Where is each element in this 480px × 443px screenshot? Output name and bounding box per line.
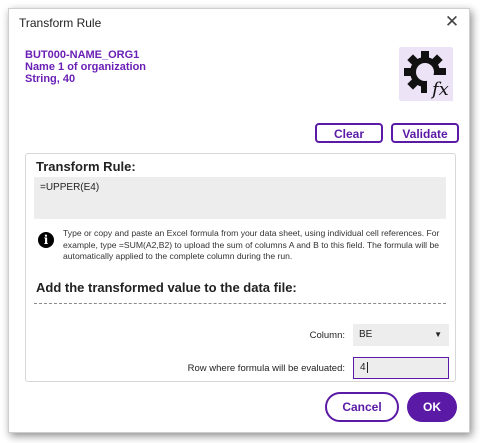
transform-rule-panel: Transform Rule: =UPPER(E4) i Type or cop… [25, 153, 456, 382]
gear-fx-icon: fx [399, 47, 453, 101]
title-bar: Transform Rule ✕ [9, 9, 469, 37]
field-name: BUT000-NAME_ORG1 [25, 49, 140, 61]
transform-rule-dialog: Transform Rule ✕ BUT000-NAME_ORG1 Name 1… [8, 8, 470, 433]
cancel-button[interactable]: Cancel [325, 392, 399, 422]
chevron-down-icon: ▼ [434, 330, 442, 339]
formula-input[interactable]: =UPPER(E4) [34, 177, 446, 219]
text-cursor [366, 361, 368, 373]
field-type: String, 40 [25, 73, 76, 85]
column-label: Column: [309, 330, 345, 341]
validate-button[interactable]: Validate [391, 123, 459, 143]
row-value: 4 [360, 362, 366, 373]
field-description: Name 1 of organization [25, 61, 147, 73]
row-input[interactable]: 4 [353, 357, 449, 379]
column-select[interactable]: BE ▼ [353, 324, 449, 346]
info-text: Type or copy and paste an Excel formula … [63, 228, 440, 261]
divider [34, 303, 446, 304]
output-heading: Add the transformed value to the data fi… [36, 280, 297, 295]
close-icon[interactable]: ✕ [443, 13, 461, 31]
row-label: Row where formula will be evaluated: [187, 363, 345, 374]
svg-text:fx: fx [430, 79, 449, 100]
column-value: BE [359, 329, 373, 340]
clear-button[interactable]: Clear [315, 123, 383, 143]
transform-rule-heading: Transform Rule: [36, 159, 136, 174]
dialog-title: Transform Rule [19, 16, 102, 30]
ok-button[interactable]: OK [407, 392, 457, 422]
info-icon: i [38, 232, 54, 248]
field-info: BUT000-NAME_ORG1 Name 1 of organization … [25, 49, 146, 85]
